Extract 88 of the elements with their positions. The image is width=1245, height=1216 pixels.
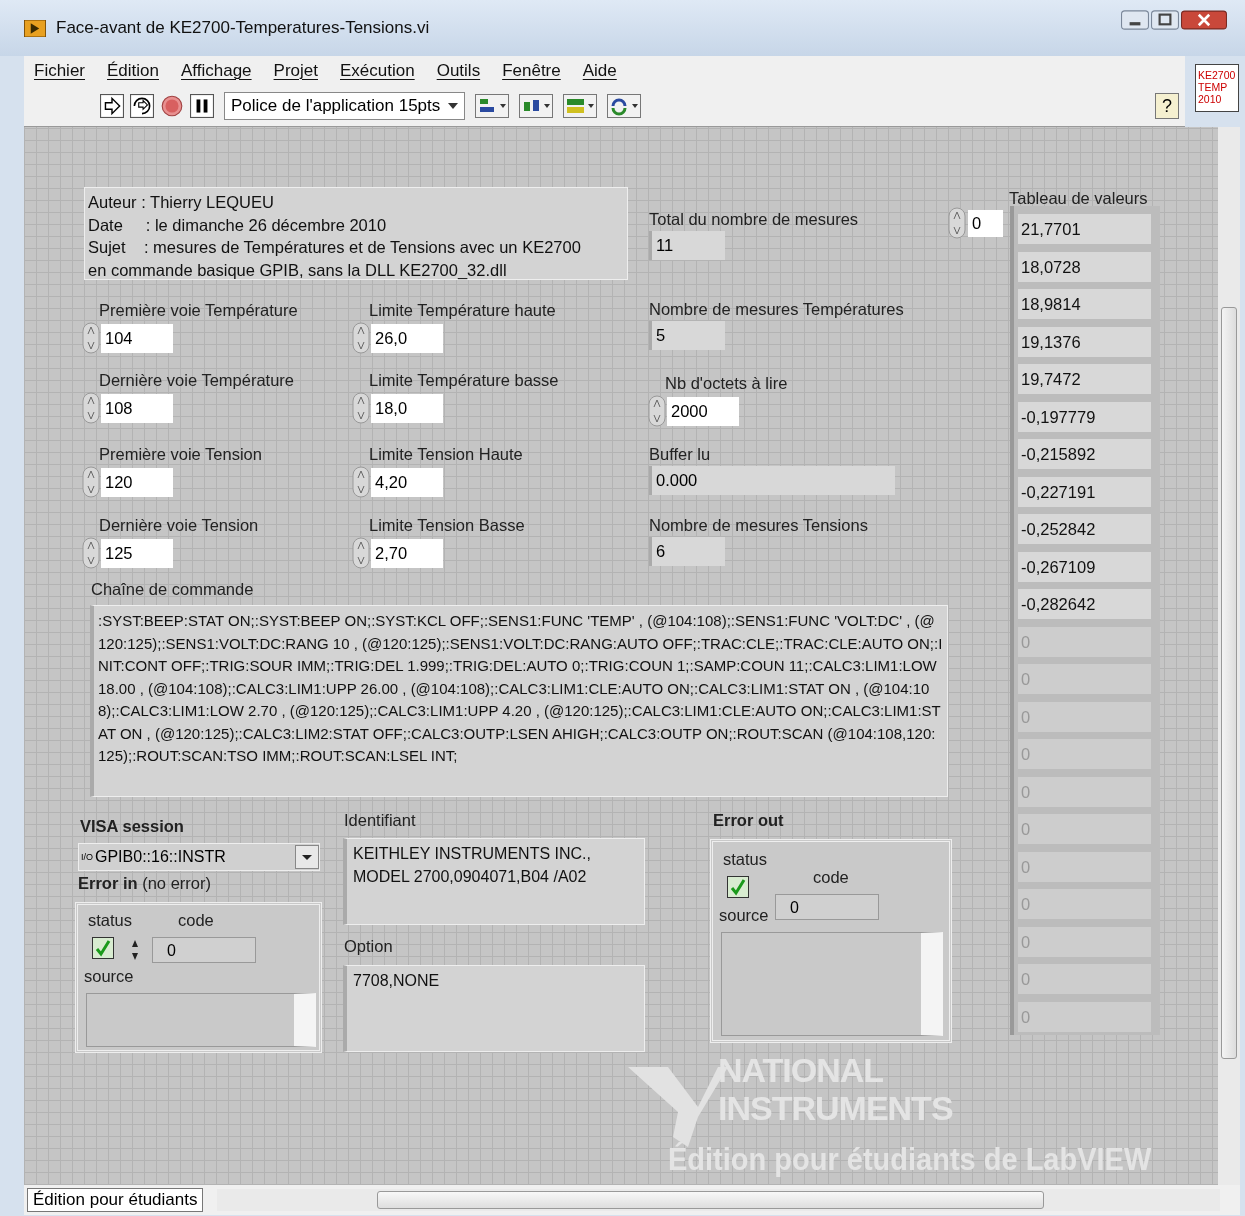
index-field[interactable]: 0 — [968, 210, 1003, 237]
control-label: Option — [344, 937, 393, 956]
numeric-display: 0.000 — [649, 466, 895, 495]
numeric-field[interactable]: 2,70 — [371, 538, 443, 568]
abort-icon[interactable] — [160, 94, 184, 118]
numeric-field[interactable]: 125 — [101, 538, 173, 568]
control-label: Error in (no error) — [78, 874, 211, 893]
numeric-field[interactable]: 4,20 — [371, 467, 443, 497]
run-icon[interactable] — [100, 94, 124, 118]
source-label: source — [84, 967, 134, 986]
code-field[interactable]: 0 — [152, 937, 256, 963]
string-display: KEITHLEY INSTRUMENTS INC., MODEL 2700,0904071,B04 /A02 — [343, 838, 645, 925]
status-bar-text: Édition pour étudiants — [27, 1188, 204, 1212]
numeric-display: 6 — [649, 537, 725, 566]
numeric-display: 5 — [649, 321, 725, 350]
close-icon[interactable] — [1181, 10, 1227, 30]
control-label: Total du nombre de mesures — [649, 210, 859, 229]
status-checkbox[interactable] — [92, 937, 114, 959]
maximize-icon[interactable] — [1151, 10, 1179, 30]
control-label: Première voie Température — [99, 301, 298, 320]
comment-box: Auteur : Thierry LEQUEU Date : le dimanche 26 décembre 2010 Sujet : mesures de Températures et de Tensions avec un KE2700 en commande basique GPIB, sans la DLL KE2700_32.dll — [84, 187, 628, 280]
source-field[interactable] — [86, 993, 316, 1047]
numeric-display: 11 — [649, 231, 725, 260]
visa-dropdown[interactable]: I/O GPIB0::16::INSTR — [78, 843, 320, 871]
control-label: Error out — [713, 811, 784, 830]
horizontal-scrollbar[interactable] — [217, 1189, 1220, 1211]
array-element: -0,252842 — [1018, 514, 1151, 544]
array-element: 21,7701 — [1018, 214, 1151, 244]
array-element: 18,0728 — [1018, 251, 1151, 282]
align-icon[interactable] — [475, 93, 510, 119]
array-element: -0,267109 — [1018, 551, 1151, 582]
control-label: Limite Température haute — [369, 301, 556, 320]
array-element: -0,197779 — [1018, 401, 1151, 432]
app-icon — [24, 19, 46, 37]
control-label: VISA session — [80, 817, 184, 836]
code-label: code — [813, 868, 849, 887]
run-continuously-icon[interactable] — [130, 94, 154, 118]
menu-item[interactable]: Fenêtre — [502, 61, 561, 81]
minimize-icon[interactable] — [1121, 10, 1149, 30]
control-label: Dernière voie Tension — [99, 516, 259, 535]
numeric-field[interactable]: 26,0 — [371, 323, 443, 353]
status-label: status — [723, 850, 768, 869]
menu-item[interactable]: Projet — [273, 61, 318, 81]
control-label: Nombre de mesures Températures — [649, 300, 904, 319]
source-label: source — [719, 906, 769, 925]
code-display: 0 — [775, 894, 879, 920]
control-label: Identifiant — [344, 811, 416, 830]
pause-icon[interactable] — [190, 94, 214, 118]
control-label: Limite Tension Basse — [369, 516, 525, 535]
numeric-field[interactable]: 120 — [101, 467, 173, 497]
reorder-icon[interactable] — [607, 93, 642, 119]
menu-item[interactable]: Exécution — [340, 61, 415, 81]
numeric-field[interactable]: 104 — [101, 323, 173, 353]
command-string-display: :SYST:BEEP:STAT ON;:SYST:BEEP ON;:SYST:KCL OFF;:SENS1:FUNC 'TEMP' , (@104:108);:SENS1:FUNC 'VOLT:DC' , (@120:125);:SENS1:VOLT:DC:RANG 10 , (@120:125);:SENS1:VOLT:DC:RANG:AUTO OFF;:TRAC:CLE;:TRAC:CLE:AUTO ON;:INIT:CONT OFF;:TRIG:SOUR IMM;:TRIG:DEL 1.999;:TRIG:DEL:AUTO 0;:TRIG:COUN 1;:SAMP:COUN 11;:CALC3:LIM1:LOW 18.00 , (@104:108);:CALC3:LIM1:UPP 26.00 , (@104:108);:CALC3:LIM1:CLE:AUTO ON;:CALC3:LIM1:STAT ON , (@104:108);:CALC3:LIM1:LOW 2.70 , (@120:125);:CALC3:LIM1:UPP 4.20 , (@120:125);:CALC3:LIM1:CLE:AUTO ON;:CALC3:LIM1:STAT ON , (@120:125);:CALC3:LIM2:STAT OFF;:CALC3:OUTP:LSEN AHIGH;:CALC3:OUTP ON;:ROUT:SCAN (@104:108,120:125);:ROUT:SCAN:TSO IMM;:ROUT:SCAN:LSEL INT; — [90, 605, 948, 797]
array-element: -0,215892 — [1018, 439, 1151, 469]
string-display: 7708,NONE — [343, 965, 645, 1052]
menu-item[interactable]: Édition — [107, 61, 159, 81]
menu-item[interactable]: Aide — [582, 61, 617, 81]
array-label: Tableau de valeurs — [1009, 189, 1148, 208]
control-label: Nombre de mesures Tensions — [649, 516, 868, 535]
numeric-field[interactable]: 18,0 — [371, 393, 443, 423]
help-button[interactable]: ? — [1155, 93, 1179, 119]
numeric-field[interactable]: 108 — [101, 393, 173, 423]
control-label: Limite Tension Haute — [369, 445, 523, 464]
resize-icon[interactable] — [563, 93, 598, 119]
control-label: Dernière voie Température — [99, 371, 295, 390]
menu-item[interactable]: Fichier — [34, 61, 85, 81]
vertical-scrollbar[interactable] — [1218, 127, 1240, 1185]
menu-item[interactable]: Affichage — [181, 61, 252, 81]
control-label: Nb d'octets à lire — [665, 374, 788, 393]
code-label: code — [178, 911, 214, 930]
status-label: status — [88, 911, 133, 930]
font-dropdown[interactable]: Police de l'application 15pts — [224, 92, 466, 120]
numeric-field[interactable]: 2000 — [667, 396, 739, 426]
array-element: -0,282642 — [1018, 589, 1151, 619]
control-label: Chaîne de commande — [91, 580, 254, 599]
distribute-icon[interactable] — [519, 93, 554, 119]
menu-item[interactable]: Outils — [436, 61, 481, 81]
control-label: Limite Température basse — [369, 371, 559, 390]
array-element: -0,227191 — [1018, 476, 1151, 507]
control-label: Première voie Tension — [99, 445, 262, 464]
control-label: Buffer lu — [649, 445, 712, 464]
array-element: 19,7472 — [1018, 364, 1151, 394]
array-element: 19,1376 — [1018, 326, 1151, 357]
caret-icon[interactable] — [448, 103, 459, 109]
array-element: 18,9814 — [1018, 289, 1151, 319]
window-title: Face-avant de KE2700-Temperatures-Tensions.vi — [56, 18, 430, 38]
vi-icon: KE2700 TEMP 2010 — [1195, 64, 1239, 112]
